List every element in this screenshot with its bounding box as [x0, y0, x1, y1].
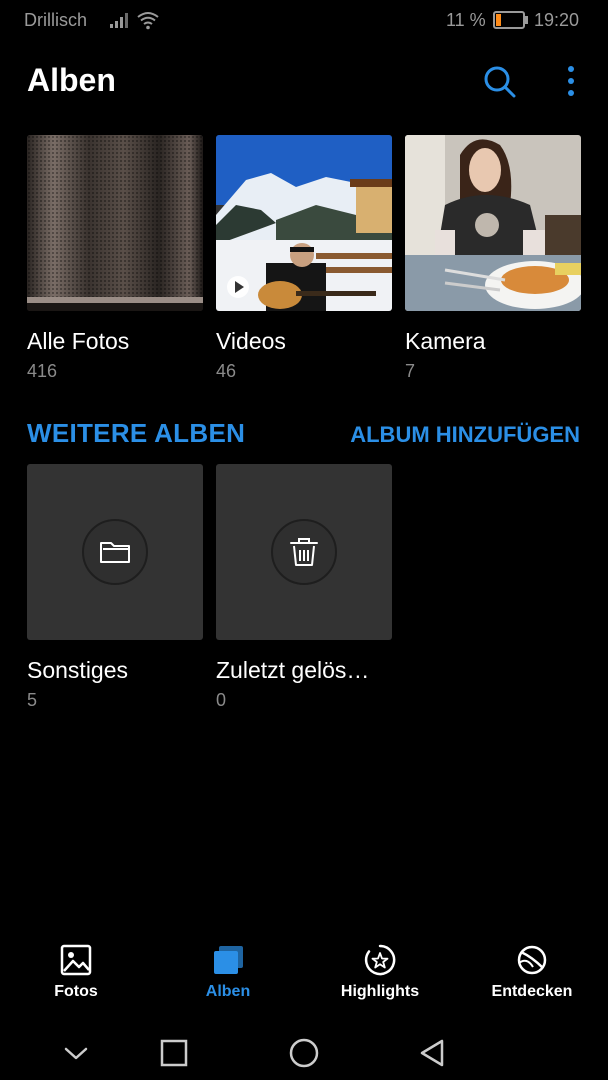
wifi-icon: [137, 12, 159, 30]
battery-percent: 11 %: [446, 10, 486, 30]
add-album-button[interactable]: ALBUM HINZUFÜGEN: [350, 422, 580, 448]
back-button[interactable]: [412, 1033, 452, 1073]
more-options-button[interactable]: [556, 62, 586, 102]
album-thumbnail: [27, 464, 203, 640]
album-count: 416: [27, 361, 58, 381]
chevron-down-icon: [64, 1047, 88, 1060]
album-name: Kamera: [405, 328, 486, 354]
guitar-player-image: [216, 135, 392, 311]
album-name: Alle Fotos: [27, 328, 130, 354]
more-vertical-icon: [568, 66, 574, 96]
search-icon: [484, 66, 516, 98]
album-name: Zuletzt gelös…: [216, 657, 370, 683]
album-thumbnail: [216, 135, 392, 311]
section-title-more-albums: WEITERE ALBEN: [27, 418, 246, 448]
album-thumbnail: [405, 135, 581, 311]
album-recently-deleted[interactable]: Zuletzt gelös… 0: [216, 464, 392, 710]
speaker-image: [27, 135, 203, 311]
album-count: 46: [216, 361, 237, 381]
circle-icon: [289, 1038, 319, 1068]
girl-with-food-image: [405, 135, 581, 311]
nav-label: Highlights: [340, 983, 420, 1000]
albums-icon: [214, 946, 243, 974]
search-button[interactable]: [480, 62, 520, 102]
clock: 19:20: [534, 10, 580, 30]
page-title: Alben: [27, 62, 116, 98]
album-name: Videos: [216, 328, 286, 354]
signal-icon: [110, 13, 128, 28]
album-thumbnail: [216, 464, 392, 640]
nav-tab-discover[interactable]: Entdecken: [456, 935, 608, 1015]
album-count: 7: [405, 361, 416, 381]
album-camera[interactable]: Kamera 7: [405, 135, 581, 381]
recent-apps-button[interactable]: [154, 1033, 194, 1073]
album-count: 0: [216, 690, 227, 710]
home-button[interactable]: [284, 1033, 324, 1073]
album-others[interactable]: Sonstiges 5: [27, 464, 203, 710]
status-bar: Drillisch 11 % 19:20: [0, 0, 608, 42]
nav-label: Entdecken: [491, 983, 573, 1000]
collapse-button[interactable]: [56, 1033, 96, 1073]
battery-icon: [493, 11, 528, 29]
photo-icon: [60, 944, 92, 976]
nav-label: Fotos: [54, 983, 98, 1000]
nav-tab-photos[interactable]: Fotos: [0, 935, 152, 1015]
folder-icon: [100, 542, 130, 563]
nav-label: Alben: [205, 983, 251, 1000]
album-all-photos[interactable]: Alle Fotos 416: [27, 135, 203, 381]
album-count: 5: [27, 690, 38, 710]
trash-icon: [290, 538, 318, 566]
discover-icon: [517, 945, 547, 975]
album-videos[interactable]: Videos 46: [216, 135, 392, 381]
album-name: Sonstiges: [27, 657, 129, 683]
nav-tab-highlights[interactable]: Highlights: [304, 935, 456, 1015]
highlights-icon: [364, 944, 396, 976]
system-navigation-bar: [0, 1025, 608, 1080]
triangle-back-icon: [420, 1039, 444, 1067]
square-icon: [160, 1039, 188, 1067]
carrier-name: Drillisch: [24, 10, 87, 30]
nav-tab-albums[interactable]: Alben: [152, 935, 304, 1015]
folder-icon-badge: [82, 519, 148, 585]
bottom-navigation: Fotos Alben Highlights Entdecken: [0, 935, 608, 1015]
trash-icon-badge: [271, 519, 337, 585]
album-thumbnail: [27, 135, 203, 311]
